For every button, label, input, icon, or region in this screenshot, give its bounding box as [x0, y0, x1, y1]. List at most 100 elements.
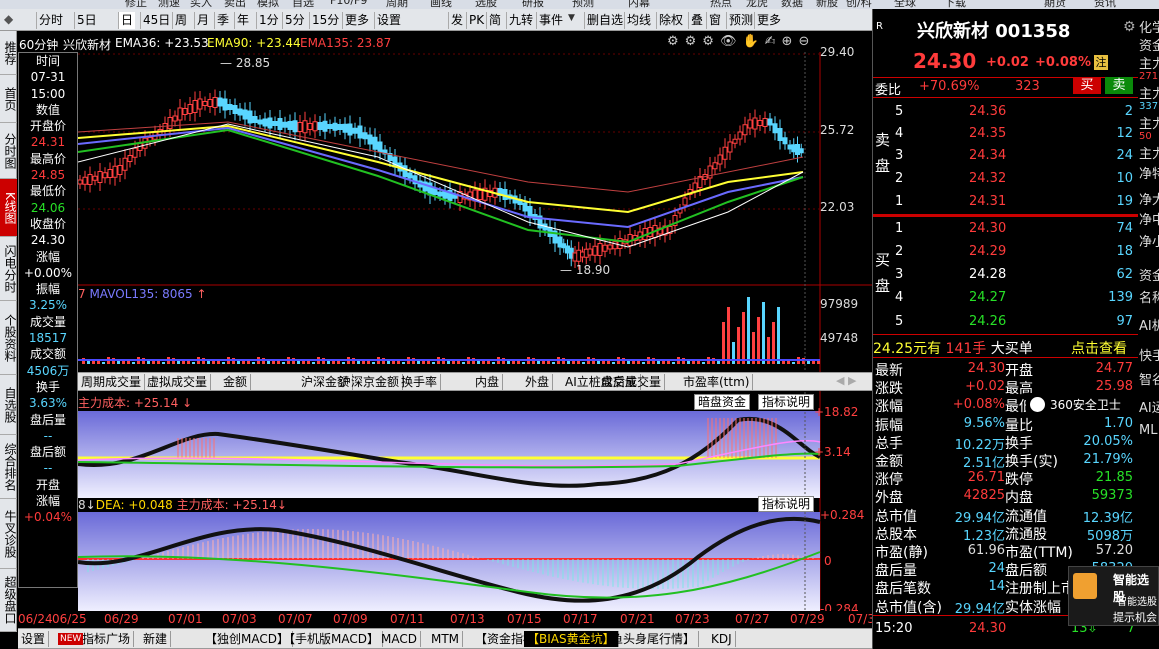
period-btn[interactable]: 月: [194, 12, 211, 29]
sell-button[interactable]: 卖: [1105, 77, 1133, 94]
period-btn[interactable]: 简: [486, 12, 503, 29]
side-strip-item[interactable]: 资金: [1139, 265, 1159, 284]
period-btn[interactable]: 5日: [74, 12, 99, 29]
period-btn[interactable]: 删自选: [584, 12, 625, 29]
nav-item[interactable]: 闪电分时: [0, 237, 17, 301]
side-strip-item[interactable]: 净小: [1139, 231, 1159, 250]
top-menu-item[interactable]: 资讯: [1094, 0, 1116, 9]
side-strip-item[interactable]: 主力: [1139, 143, 1159, 162]
nav-item[interactable]: 自选股: [0, 375, 17, 435]
tab-indicator[interactable]: 换手率: [398, 374, 442, 390]
tab-indicator[interactable]: 内盘: [472, 374, 504, 390]
order-level[interactable]: 1 24.31 19: [873, 194, 1139, 216]
period-btn[interactable]: 均线: [624, 12, 653, 29]
period-btn[interactable]: 周: [172, 12, 189, 29]
top-menu-item[interactable]: 新股: [816, 0, 838, 9]
tab-indicator[interactable]: 沪深京金额: [336, 374, 404, 390]
top-menu-item[interactable]: 修正: [125, 0, 147, 9]
dark-fund-button[interactable]: 暗盘资金: [694, 394, 751, 410]
order-level[interactable]: 3 24.34 24: [873, 148, 1139, 170]
tab-indicator[interactable]: 新建: [140, 631, 172, 647]
tab-indicator[interactable]: 盘后成交量: [598, 374, 666, 390]
top-menu-item[interactable]: 下载: [944, 0, 966, 9]
nav-item[interactable]: 首页: [0, 75, 17, 123]
tab-indicator[interactable]: 金额: [220, 374, 252, 390]
period-btn[interactable]: 季: [214, 12, 231, 29]
side-strip-item[interactable]: 主力: [1139, 83, 1159, 102]
order-level[interactable]: 4 24.27 139: [873, 290, 1139, 312]
tab-indicator[interactable]: MACD: [378, 631, 421, 647]
period-btn[interactable]: 1分: [256, 12, 281, 29]
chevron-down-icon[interactable]: ▼: [568, 13, 575, 23]
period-btn[interactable]: 更多: [342, 12, 371, 29]
security-badge[interactable]: 360安全卫士: [1026, 393, 1138, 417]
nav-item[interactable]: 超级盘口: [0, 569, 17, 632]
top-menu-item[interactable]: 测速: [158, 0, 180, 9]
period-btn[interactable]: 15分: [309, 12, 341, 29]
tab-indicator[interactable]: KDJ: [708, 631, 736, 647]
period-btn[interactable]: 事件: [536, 12, 565, 29]
tab-indicator[interactable]: 周期成交量: [78, 374, 146, 390]
side-strip-item[interactable]: 资金: [1139, 35, 1159, 54]
pin-icon[interactable]: ◆: [4, 12, 16, 28]
top-menu-item[interactable]: 创/科: [846, 0, 872, 9]
side-strip-item[interactable]: 净中: [1139, 209, 1159, 228]
smart-pick-popup[interactable]: 智能选股 智能选股 提示机会: [1068, 566, 1159, 626]
period-btn[interactable]: 更多: [754, 12, 783, 29]
side-strip-item[interactable]: 主力: [1139, 53, 1159, 72]
tab-indicator[interactable]: MTM: [428, 631, 464, 647]
top-menu-item[interactable]: 卖出: [224, 0, 246, 9]
period-btn[interactable]: 5分: [282, 12, 307, 29]
side-strip-item[interactable]: 净特: [1139, 163, 1159, 182]
top-menu-item[interactable]: 周期: [386, 0, 408, 9]
nav-item[interactable]: 推荐: [0, 31, 17, 75]
tab-scroll-arrows[interactable]: ◀ ▶: [836, 374, 870, 389]
side-strip-item[interactable]: 名称: [1139, 287, 1159, 306]
chart-tool-icons[interactable]: ⚙⚙⚙👁✋✍⊕⊖: [667, 34, 815, 49]
side-strip-item[interactable]: 主力: [1139, 113, 1159, 132]
side-strip-item[interactable]: 快手: [1139, 345, 1159, 364]
order-level[interactable]: 2 24.32 10: [873, 171, 1139, 193]
kline-chart[interactable]: — 28.85 — 18.90: [78, 52, 872, 624]
period-btn[interactable]: 设置: [374, 12, 403, 29]
period-btn[interactable]: 发: [448, 12, 465, 29]
top-menu-item[interactable]: 选股: [475, 0, 497, 9]
side-strip-item[interactable]: 337: [1139, 101, 1158, 112]
top-menu-item[interactable]: 内幕: [628, 0, 650, 9]
buy-button[interactable]: 买: [1073, 77, 1101, 94]
gear-icon[interactable]: ⚙: [1123, 19, 1136, 35]
side-strip-item[interactable]: AI机: [1139, 315, 1159, 334]
period-btn[interactable]: 九转: [506, 12, 535, 29]
indicator-explain-button-2[interactable]: 指标说明: [758, 496, 815, 512]
period-btn[interactable]: 年: [234, 12, 251, 29]
top-menu-item[interactable]: 全球: [894, 0, 916, 9]
period-btn[interactable]: 预测: [726, 12, 755, 29]
top-menu-item[interactable]: 模拟: [257, 0, 279, 9]
top-menu-item[interactable]: 预测: [572, 0, 594, 9]
tab-indicator[interactable]: 虚拟成交量: [144, 374, 212, 390]
period-btn[interactable]: 45日: [140, 12, 172, 29]
nav-item[interactable]: 牛叉诊股: [0, 499, 17, 569]
side-strip-item[interactable]: AI运: [1139, 397, 1159, 416]
top-menu-item[interactable]: 龙虎: [746, 0, 768, 9]
top-menu-item[interactable]: F10/F9: [330, 0, 367, 7]
top-menu-item[interactable]: 期货: [1044, 0, 1066, 9]
side-strip-item[interactable]: 50: [1139, 131, 1152, 142]
order-level[interactable]: 1 24.30 74: [873, 221, 1139, 243]
period-btn[interactable]: 除权: [656, 12, 685, 29]
nav-item[interactable]: 个股资料: [0, 301, 17, 375]
tab-indicator[interactable]: 【鱼头身尾行情】: [596, 631, 700, 647]
order-level[interactable]: 5 24.36 2: [873, 104, 1139, 126]
period-btn[interactable]: 窗: [706, 12, 723, 29]
period-btn[interactable]: PK: [466, 12, 486, 29]
view-big-orders-link[interactable]: 点击查看: [1071, 338, 1127, 358]
side-strip-item[interactable]: 271: [1139, 71, 1158, 82]
tab-indicator[interactable]: 【手机版MACD】: [280, 631, 383, 647]
side-strip-item[interactable]: 智谷: [1139, 369, 1159, 388]
side-strip-item[interactable]: ML: [1139, 423, 1157, 438]
top-menu-item[interactable]: 画线: [430, 0, 452, 9]
tab-indicator[interactable]: 设置: [18, 631, 50, 647]
order-level[interactable]: 3 24.28 62: [873, 267, 1139, 289]
order-level[interactable]: 2 24.29 18: [873, 244, 1139, 266]
top-menu-item[interactable]: 数据: [781, 0, 803, 9]
